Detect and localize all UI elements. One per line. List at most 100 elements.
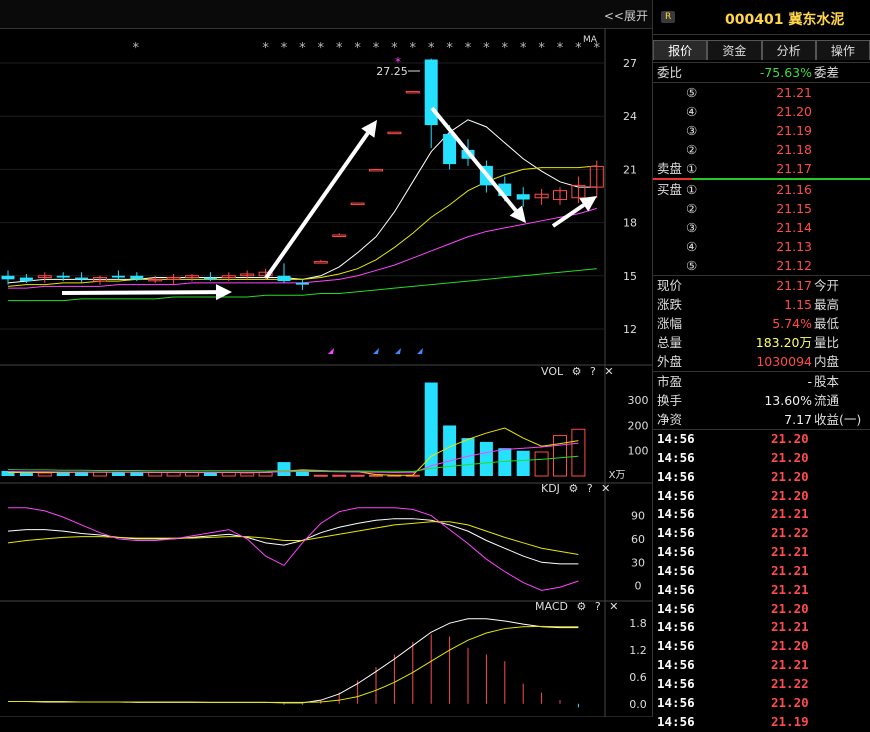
kdj-tick-label: 30: [631, 556, 645, 569]
tick-row[interactable]: 14:56 21.20: [653, 430, 870, 449]
tick-row[interactable]: 14:56 21.20: [653, 449, 870, 468]
tab-quote[interactable]: 报价: [653, 40, 708, 60]
tick-time: 14:56: [657, 638, 695, 654]
kline-chart-area[interactable]: <<展开 27 24 21 18 15 12 MA * * * * * * * * * * * * * * * * * * * * 2…: [0, 0, 652, 717]
star-marker: *: [575, 41, 582, 56]
tick-row[interactable]: 14:56 21.21: [653, 562, 870, 581]
bid-row[interactable]: ④ 21.13: [653, 237, 870, 256]
tick-row[interactable]: 14:56 21.21: [653, 618, 870, 637]
candle-body[interactable]: [75, 277, 89, 280]
annotation-arrow-flat-head: [215, 284, 232, 301]
signal-marker: [395, 348, 401, 354]
tick-time: 14:56: [657, 431, 695, 446]
ask-row[interactable]: ④ 21.20: [653, 102, 870, 121]
candle-body[interactable]: [369, 168, 383, 172]
stock-title: 000401 冀东水泥: [725, 12, 845, 28]
volume-bar: [111, 472, 125, 476]
candle-body[interactable]: [1, 275, 15, 280]
fund-right-label: 股本: [814, 374, 840, 389]
volume-bar: [130, 472, 144, 476]
volume-bar: [443, 425, 457, 476]
bid-row[interactable]: 买盘 ① 21.16: [653, 180, 870, 199]
kdj-help-icon[interactable]: ?: [587, 482, 593, 495]
quote-value: 1030094: [756, 354, 812, 369]
tab-funds[interactable]: 资金: [707, 40, 762, 60]
candle-body[interactable]: [295, 282, 309, 285]
quote-panel: R 000401 冀东水泥 报价 资金 分析 操作 委比 -75.63% 委差 …: [652, 0, 870, 729]
candle-body[interactable]: [387, 131, 402, 135]
tick-row[interactable]: 14:56 21.20: [653, 468, 870, 487]
candle-body[interactable]: [332, 234, 347, 237]
candle-body[interactable]: [56, 275, 70, 278]
quote-right-label: 最高: [814, 297, 840, 312]
ask-row[interactable]: ⑤ 21.21: [653, 83, 870, 102]
tab-analysis[interactable]: 分析: [761, 40, 816, 60]
tick-row[interactable]: 14:56 21.20: [653, 600, 870, 619]
tick-row[interactable]: 14:56 21.21: [653, 543, 870, 562]
tick-row[interactable]: 14:56 21.21: [653, 656, 870, 675]
tick-time: 14:56: [657, 525, 695, 541]
candle-body[interactable]: [130, 275, 144, 280]
candle-body[interactable]: [405, 90, 420, 94]
bid-row-price: 21.15: [776, 201, 812, 216]
macd-close-icon[interactable]: ✕: [609, 600, 618, 613]
macd-title: MACD: [535, 600, 568, 613]
weibi-row: 委比 -75.63% 委差: [653, 63, 870, 82]
candle-body[interactable]: [203, 277, 217, 280]
ask-row[interactable]: 卖盘 ① 21.17: [653, 159, 870, 178]
candle-body[interactable]: [19, 277, 33, 282]
bid-row[interactable]: ③ 21.14: [653, 218, 870, 237]
tick-row[interactable]: 14:56 21.21: [653, 581, 870, 600]
volume-bar: [19, 472, 33, 476]
tick-time: 14:56: [657, 506, 695, 522]
candle-body[interactable]: [516, 194, 530, 200]
vol-help-icon[interactable]: ?: [590, 365, 596, 378]
kdj-gear-icon[interactable]: ⚙: [568, 482, 578, 495]
tick-row[interactable]: 14:56 21.21: [653, 505, 870, 524]
bid-row-level: ③: [686, 220, 698, 235]
volume-bar: [534, 451, 549, 477]
bid-row-price: 21.12: [776, 258, 812, 273]
vol-close-icon[interactable]: ✕: [604, 365, 613, 378]
candle-body[interactable]: [443, 133, 457, 165]
candle-body[interactable]: [350, 202, 365, 206]
candle-body[interactable]: [313, 261, 328, 264]
ask-row[interactable]: ③ 21.19: [653, 121, 870, 140]
tick-row[interactable]: 14:56 21.19: [653, 713, 870, 732]
candle-body[interactable]: [111, 275, 125, 278]
volume-bar: [166, 471, 181, 477]
quote-value: 183.20万: [755, 335, 812, 350]
tab-operation[interactable]: 操作: [815, 40, 870, 60]
star-marker: *: [594, 41, 601, 56]
tick-price: 21.20: [771, 487, 809, 503]
tick-time: 14:56: [657, 619, 695, 635]
macd-tick-label: 1.2: [629, 644, 647, 657]
volume-bar: [332, 474, 347, 477]
tick-row[interactable]: 14:56 21.22: [653, 524, 870, 543]
bid-row[interactable]: ⑤ 21.12: [653, 256, 870, 275]
ask-row[interactable]: ② 21.18: [653, 140, 870, 159]
star-marker: *: [336, 41, 343, 56]
ask-row-price: 21.17: [776, 161, 812, 176]
tick-time: 14:56: [657, 713, 695, 729]
quote-row: 涨跌 1.15 最高: [653, 295, 870, 314]
bid-row[interactable]: ② 21.15: [653, 199, 870, 218]
stock-badge: R: [661, 11, 676, 23]
tick-list[interactable]: 14:56 21.20 14:56 21.20 14:56 21.20 14:56 21.20…: [653, 430, 870, 732]
tick-price: 21.21: [771, 506, 809, 522]
tick-row[interactable]: 14:56 21.22: [653, 675, 870, 694]
macd-gear-icon[interactable]: ⚙: [576, 600, 586, 613]
fund-right-label: 收益(一): [814, 412, 862, 427]
peak-star: *: [395, 55, 401, 69]
star-marker: *: [465, 41, 472, 56]
tick-row[interactable]: 14:56 21.20: [653, 694, 870, 713]
macd-help-icon[interactable]: ?: [595, 600, 601, 613]
tick-row[interactable]: 14:56 21.20: [653, 487, 870, 506]
candle-body[interactable]: [277, 275, 291, 282]
vol-gear-icon[interactable]: ⚙: [572, 365, 582, 378]
star-marker: *: [281, 41, 288, 56]
kdj-close-icon[interactable]: ✕: [601, 482, 610, 495]
tick-row[interactable]: 14:56 21.20: [653, 637, 870, 656]
ask-row-price: 21.20: [776, 104, 812, 119]
ask-row-price: 21.21: [776, 85, 812, 100]
